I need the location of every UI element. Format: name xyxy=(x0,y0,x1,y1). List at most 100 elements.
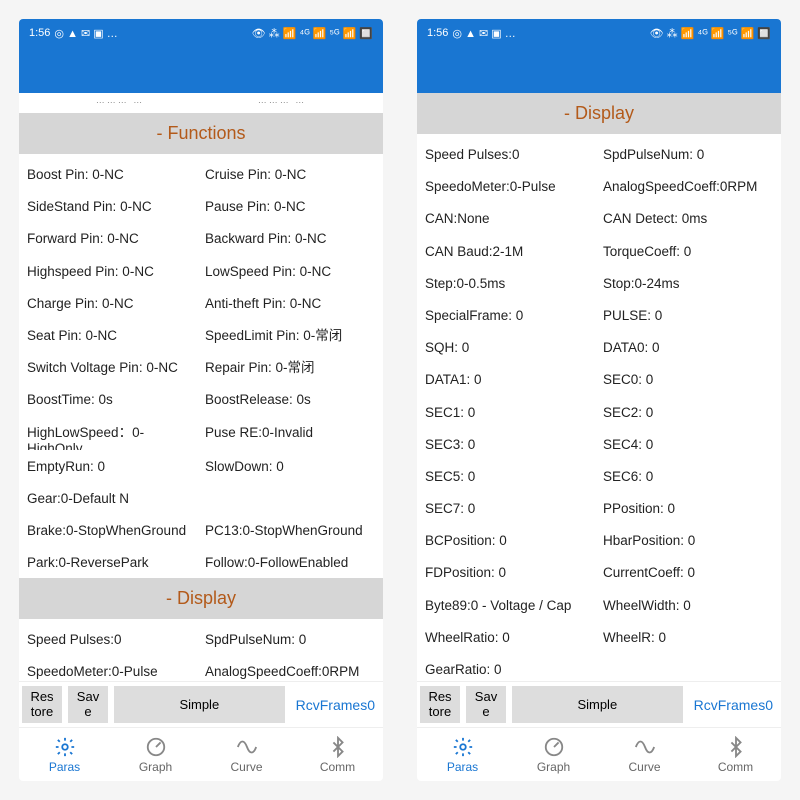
param-cell[interactable]: SEC4: 0 xyxy=(601,430,775,460)
param-cell[interactable] xyxy=(601,655,775,681)
param-cell[interactable]: Highspeed Pin: 0-NC xyxy=(25,257,199,287)
app-bar xyxy=(19,47,383,93)
save-button[interactable]: Sav e xyxy=(466,686,506,723)
status-time: 1:56 xyxy=(427,27,448,39)
param-cell[interactable]: SEC6: 0 xyxy=(601,462,775,492)
section-display: - Display xyxy=(19,578,383,619)
param-cell[interactable]: SpecialFrame: 0 xyxy=(423,301,597,331)
param-cell[interactable]: Puse RE:0-Invalid xyxy=(203,418,377,450)
param-cell[interactable]: Gear:0-Default N xyxy=(25,484,199,514)
tab-curve[interactable]: Curve xyxy=(201,728,292,781)
param-cell[interactable]: Byte89:0 - Voltage / Cap xyxy=(423,591,597,621)
tab-graph[interactable]: Graph xyxy=(110,728,201,781)
param-cell[interactable]: PC13:0-StopWhenGround xyxy=(203,516,377,546)
status-left-icons: ◎ ▲ ✉ ▣ … xyxy=(54,27,117,40)
gauge-icon xyxy=(543,736,565,758)
param-cell[interactable]: CAN:None xyxy=(423,204,597,234)
tab-bar: Paras Graph Curve Comm xyxy=(19,727,383,781)
status-right-icons: 👁 ⁂ 📶 ⁴ᴳ 📶 ⁵ᴳ 📶 🔲 xyxy=(252,27,373,40)
param-cell[interactable]: Pause Pin: 0-NC xyxy=(203,192,377,222)
app-bar xyxy=(417,47,781,93)
param-cell[interactable]: SpdPulseNum: 0 xyxy=(601,140,775,170)
param-cell[interactable]: PPosition: 0 xyxy=(601,494,775,524)
param-cell[interactable]: HighLowSpeed：0-HighOnly xyxy=(25,418,199,450)
gear-icon xyxy=(54,736,76,758)
param-cell[interactable]: WheelR: 0 xyxy=(601,623,775,653)
status-left-icons: ◎ ▲ ✉ ▣ … xyxy=(452,27,515,40)
param-cell[interactable]: Anti-theft Pin: 0-NC xyxy=(203,289,377,319)
param-cell[interactable]: CurrentCoeff: 0 xyxy=(601,558,775,588)
rcvframes-label[interactable]: RcvFrames0 xyxy=(686,682,781,727)
param-cell[interactable]: DATA0: 0 xyxy=(601,333,775,363)
gear-icon xyxy=(452,736,474,758)
restore-button[interactable]: Res tore xyxy=(420,686,460,723)
rcvframes-label[interactable]: RcvFrames0 xyxy=(288,682,383,727)
param-cell[interactable]: AnalogSpeedCoeff:0RPM xyxy=(203,657,377,681)
param-cell[interactable]: FDPosition: 0 xyxy=(423,558,597,588)
status-time: 1:56 xyxy=(29,27,50,39)
param-cell[interactable]: PULSE: 0 xyxy=(601,301,775,331)
param-cell[interactable]: WheelWidth: 0 xyxy=(601,591,775,621)
param-cell[interactable]: WheelRatio: 0 xyxy=(423,623,597,653)
param-cell[interactable]: EmptyRun: 0 xyxy=(25,452,199,482)
bluetooth-icon xyxy=(327,736,349,758)
param-cell[interactable]: SEC7: 0 xyxy=(423,494,597,524)
param-cell[interactable]: TorqueCoeff: 0 xyxy=(601,237,775,267)
param-cell[interactable] xyxy=(203,484,377,514)
param-cell[interactable]: CAN Detect: 0ms xyxy=(601,204,775,234)
tab-paras[interactable]: Paras xyxy=(417,728,508,781)
param-cell[interactable]: SEC1: 0 xyxy=(423,398,597,428)
simple-button[interactable]: Simple xyxy=(114,686,285,723)
param-cell[interactable]: SEC2: 0 xyxy=(601,398,775,428)
param-cell[interactable]: SpeedoMeter:0-Pulse xyxy=(423,172,597,202)
param-cell[interactable]: BoostTime: 0s xyxy=(25,385,199,415)
param-cell[interactable]: LowSpeed Pin: 0-NC xyxy=(203,257,377,287)
content-scroll[interactable]: - Display Speed Pulses:0SpdPulseNum: 0Sp… xyxy=(417,93,781,681)
tab-comm[interactable]: Comm xyxy=(690,728,781,781)
param-cell[interactable]: BCPosition: 0 xyxy=(423,526,597,556)
param-cell[interactable]: Speed Pulses:0 xyxy=(423,140,597,170)
section-display: - Display xyxy=(417,93,781,134)
wave-icon xyxy=(236,736,258,758)
param-cell[interactable]: SpdPulseNum: 0 xyxy=(203,625,377,655)
save-button[interactable]: Sav e xyxy=(68,686,108,723)
param-cell[interactable]: Cruise Pin: 0-NC xyxy=(203,160,377,190)
restore-button[interactable]: Res tore xyxy=(22,686,62,723)
param-cell[interactable]: SlowDown: 0 xyxy=(203,452,377,482)
param-cell[interactable]: Repair Pin: 0-常闭 xyxy=(203,353,377,383)
param-cell[interactable]: CAN Baud:2-1M xyxy=(423,237,597,267)
param-cell[interactable]: Forward Pin: 0-NC xyxy=(25,224,199,254)
param-cell[interactable]: SideStand Pin: 0-NC xyxy=(25,192,199,222)
param-cell[interactable]: Backward Pin: 0-NC xyxy=(203,224,377,254)
param-cell[interactable]: Seat Pin: 0-NC xyxy=(25,321,199,351)
param-cell[interactable]: SpeedoMeter:0-Pulse xyxy=(25,657,199,681)
display-grid: Speed Pulses:0SpdPulseNum: 0SpeedoMeter:… xyxy=(19,625,383,681)
tab-comm[interactable]: Comm xyxy=(292,728,383,781)
truncated-row: ……… ………… … xyxy=(19,93,383,113)
param-cell[interactable]: SEC3: 0 xyxy=(423,430,597,460)
param-cell[interactable]: AnalogSpeedCoeff:0RPM xyxy=(601,172,775,202)
param-cell[interactable]: SEC5: 0 xyxy=(423,462,597,492)
param-cell[interactable]: Speed Pulses:0 xyxy=(25,625,199,655)
param-cell[interactable]: BoostRelease: 0s xyxy=(203,385,377,415)
param-cell[interactable]: SEC0: 0 xyxy=(601,365,775,395)
tab-graph[interactable]: Graph xyxy=(508,728,599,781)
simple-button[interactable]: Simple xyxy=(512,686,683,723)
param-cell[interactable]: Boost Pin: 0-NC xyxy=(25,160,199,190)
param-cell[interactable]: SpeedLimit Pin: 0-常闭 xyxy=(203,321,377,351)
param-cell[interactable]: Charge Pin: 0-NC xyxy=(25,289,199,319)
param-cell[interactable]: GearRatio: 0 xyxy=(423,655,597,681)
param-cell[interactable]: Brake:0-StopWhenGround xyxy=(25,516,199,546)
content-scroll[interactable]: ……… ………… … - Functions Boost Pin: 0-NCCr… xyxy=(19,93,383,681)
param-cell[interactable]: Park:0-ReversePark xyxy=(25,548,199,578)
phone-left: 1:56 ◎ ▲ ✉ ▣ … 👁 ⁂ 📶 ⁴ᴳ 📶 ⁵ᴳ 📶 🔲 ……… ………… xyxy=(19,19,383,781)
param-cell[interactable]: Stop:0-24ms xyxy=(601,269,775,299)
tab-paras[interactable]: Paras xyxy=(19,728,110,781)
param-cell[interactable]: Step:0-0.5ms xyxy=(423,269,597,299)
param-cell[interactable]: SQH: 0 xyxy=(423,333,597,363)
tab-curve[interactable]: Curve xyxy=(599,728,690,781)
param-cell[interactable]: DATA1: 0 xyxy=(423,365,597,395)
param-cell[interactable]: Follow:0-FollowEnabled xyxy=(203,548,377,578)
param-cell[interactable]: Switch Voltage Pin: 0-NC xyxy=(25,353,199,383)
param-cell[interactable]: HbarPosition: 0 xyxy=(601,526,775,556)
